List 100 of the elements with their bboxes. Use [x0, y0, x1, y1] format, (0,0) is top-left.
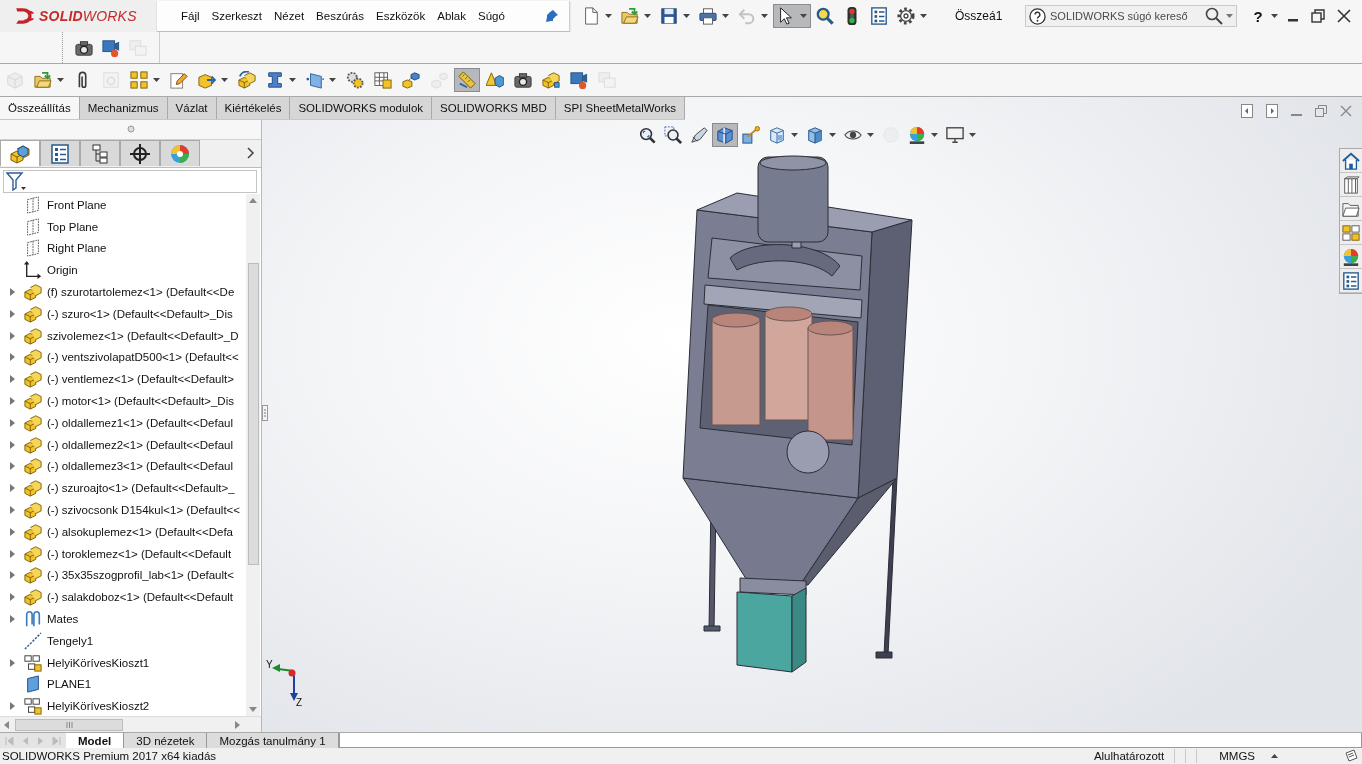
expand-arrow-icon[interactable]: [9, 549, 15, 558]
tree-item[interactable]: (f) szurotartolemez<1> (Default<<De: [47, 286, 235, 299]
command-tab[interactable]: SOLIDWORKS MBD: [432, 97, 556, 119]
splitter-grip-icon[interactable]: [262, 405, 268, 421]
menu-item[interactable]: Beszúrás: [316, 4, 364, 27]
tree-item[interactable]: (-) oldallemez2<1> (Default<<Defaul: [47, 438, 234, 451]
tree-item[interactable]: (-) ventszivolapatD500<1> (Default<<: [47, 351, 239, 364]
expand-arrow-icon[interactable]: [9, 462, 15, 471]
tree-item[interactable]: PLANE1: [47, 678, 92, 691]
panel-tab[interactable]: [40, 140, 80, 166]
command-tab[interactable]: Mechanizmus: [79, 97, 168, 119]
tree-item[interactable]: (-) toroklemez<1> (Default<<Default: [47, 547, 232, 560]
search-icon[interactable]: [1205, 7, 1223, 25]
search-field[interactable]: SOLIDWORKS súgó kereső: [1025, 5, 1237, 27]
tree-item[interactable]: HelyiKörívesKioszt1: [47, 656, 150, 669]
tree-item[interactable]: (-) szivocsonk D154kul<1> (Default<<: [47, 504, 241, 517]
tree-item[interactable]: (-) alsokuplemez<1> (Default<<Defa: [47, 525, 233, 538]
expand-arrow-icon[interactable]: [9, 571, 15, 580]
expand-arrow-icon[interactable]: [9, 418, 15, 427]
menu-item[interactable]: Eszközök: [376, 4, 426, 27]
tile-right-icon[interactable]: [1266, 104, 1278, 118]
tree-item[interactable]: Mates: [47, 613, 79, 626]
expand-arrow-icon[interactable]: [9, 593, 15, 602]
pointer-arrow-button[interactable]: [773, 4, 811, 28]
command-tab[interactable]: SPI SheetMetalWorks: [555, 97, 686, 119]
tree-item[interactable]: Right Plane: [47, 242, 107, 255]
view-tab[interactable]: 3D nézetek: [124, 733, 208, 748]
tree-item[interactable]: (-) szuroajto<1> (Default<<Default>_: [47, 482, 235, 495]
restore-icon[interactable]: [1311, 9, 1325, 23]
scrollbar-thumb[interactable]: [15, 718, 123, 731]
panel-handle-icon[interactable]: [126, 125, 135, 133]
expand-arrow-icon[interactable]: [9, 702, 15, 711]
part-blocks-icon: [24, 457, 42, 476]
new-document-icon: [582, 7, 600, 25]
expand-arrow-icon[interactable]: [9, 506, 15, 515]
tree-item[interactable]: HelyiKörívesKioszt2: [47, 700, 150, 713]
expand-arrow-icon[interactable]: [9, 353, 15, 362]
tree-item[interactable]: Top Plane: [47, 220, 99, 233]
scroll-right-icon[interactable]: [235, 720, 240, 729]
caret-icon[interactable]: [1271, 14, 1278, 18]
close-icon[interactable]: [1337, 9, 1351, 23]
command-tab[interactable]: Összeállítás: [0, 97, 80, 119]
tree-item[interactable]: (-) 35x35szogprofil_lab<1> (Default<: [47, 569, 234, 582]
expand-arrow-icon[interactable]: [9, 440, 15, 449]
command-tab[interactable]: Kiértékelés: [216, 97, 291, 119]
notebook-icon[interactable]: [1344, 749, 1358, 763]
help-button[interactable]: ?: [1251, 7, 1265, 25]
sketch-status: Alulhatározott: [1093, 750, 1165, 762]
color-wheel-icon: [170, 143, 190, 164]
panel-tab[interactable]: [80, 140, 120, 166]
ruler-button[interactable]: [454, 68, 480, 92]
expand-arrow-icon[interactable]: [9, 658, 15, 667]
menu-item[interactable]: Ablak: [437, 4, 466, 27]
task-pane-tab[interactable]: [1340, 173, 1362, 197]
tree-item[interactable]: Front Plane: [47, 198, 107, 211]
tile-left-icon[interactable]: [1241, 104, 1253, 118]
view-tab[interactable]: Mozgás tanulmány 1: [207, 733, 339, 748]
tree-item[interactable]: Origin: [47, 264, 78, 277]
rotate-icon: [238, 71, 256, 89]
gears-icon: [346, 71, 364, 89]
split-cube-button[interactable]: [712, 123, 738, 147]
scroll-down-icon[interactable]: [249, 707, 257, 712]
panel-tab[interactable]: [0, 140, 40, 166]
expand-arrow-icon[interactable]: [9, 397, 15, 406]
scrollbar-thumb[interactable]: [247, 263, 259, 565]
vertical-scrollbar[interactable]: [246, 194, 260, 716]
expand-arrow-icon[interactable]: [9, 615, 15, 624]
task-pane-tab[interactable]: [1340, 269, 1362, 293]
menu-item[interactable]: Szerkeszt: [211, 4, 263, 27]
expand-arrow-icon[interactable]: [9, 309, 15, 318]
camera-icon: [514, 71, 532, 89]
units-selector[interactable]: MMGS: [1219, 750, 1255, 762]
tree-item[interactable]: (-) salakdoboz<1> (Default<<Default: [47, 591, 234, 604]
view-tab[interactable]: Model: [66, 733, 125, 748]
command-tab[interactable]: Vázlat: [167, 97, 217, 119]
tree-item[interactable]: (-) oldallemez3<1> (Default<<Defaul: [47, 460, 234, 473]
scroll-up-icon[interactable]: [249, 198, 257, 203]
expand-arrow-icon[interactable]: [9, 484, 15, 493]
caret-icon[interactable]: [1271, 754, 1278, 758]
expand-arrow-icon[interactable]: [9, 331, 15, 340]
tree-item[interactable]: Tengely1: [47, 634, 94, 647]
caret-icon[interactable]: [1226, 14, 1233, 18]
panel-tab[interactable]: [120, 140, 160, 166]
expand-arrow-icon[interactable]: [9, 375, 15, 384]
menu-item[interactable]: Fájl: [181, 4, 200, 27]
expand-arrow-icon[interactable]: [9, 288, 15, 297]
tree-item[interactable]: (-) oldallemez1<1> (Default<<Defaul: [47, 416, 234, 429]
app-logo: SOLIDWORKS: [39, 8, 137, 24]
menu-item[interactable]: Nézet: [274, 4, 305, 27]
chevron-right-icon[interactable]: [247, 147, 255, 159]
command-tab[interactable]: SOLIDWORKS modulok: [290, 97, 433, 119]
tree-item[interactable]: (-) motor<1> (Default<<Default>_Dis: [47, 395, 234, 408]
pin-icon[interactable]: [545, 8, 559, 23]
menu-item[interactable]: Súgó: [478, 4, 505, 27]
tree-item[interactable]: (-) ventlemez<1> (Default<<Default>: [47, 373, 234, 386]
filter-field[interactable]: [3, 169, 257, 193]
tree-item[interactable]: szivolemez<1> (Default<<Default>_D: [47, 329, 239, 342]
tree-item[interactable]: (-) szuro<1> (Default<<Default>_Dis: [47, 307, 233, 320]
expand-arrow-icon[interactable]: [9, 527, 15, 536]
scroll-left-icon[interactable]: [4, 720, 9, 729]
